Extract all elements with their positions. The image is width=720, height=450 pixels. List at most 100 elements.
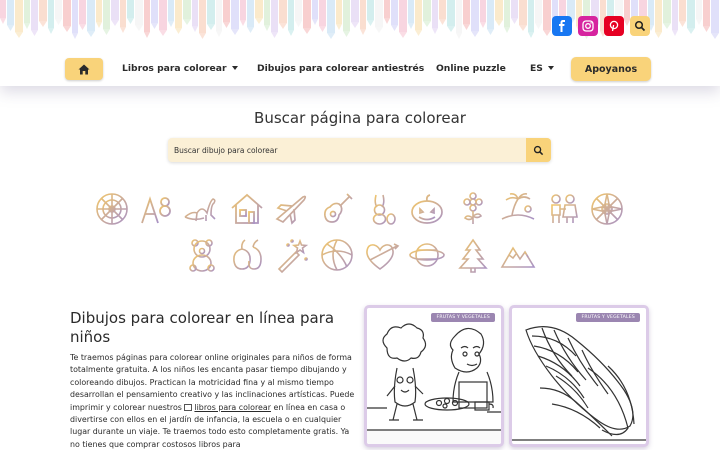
crayon-stripe	[423, 0, 431, 21]
house-icon[interactable]	[229, 191, 265, 227]
search-input[interactable]	[168, 138, 526, 162]
crayon-stripe	[72, 0, 78, 33]
search-title: Buscar página para colorear	[254, 109, 466, 127]
language-label: ES	[530, 63, 543, 74]
crayon-stripe	[127, 0, 134, 18]
crayon-tip	[480, 22, 486, 28]
coloring-page-card[interactable]: FRUTAS Y VEGETALES	[509, 305, 649, 447]
crayon-tip	[271, 32, 278, 38]
crayon-tip	[0, 18, 6, 24]
crayon-stripe	[303, 0, 311, 28]
crayon-tip	[240, 20, 246, 26]
crayon-tip	[351, 22, 359, 28]
crayon-tip	[15, 32, 23, 38]
instagram-icon[interactable]	[578, 16, 598, 36]
crayon-tip	[511, 18, 518, 24]
support-button[interactable]: Apoyanos	[571, 57, 651, 81]
crayon-stripe	[87, 0, 95, 31]
category-badge[interactable]: FRUTAS Y VEGETALES	[576, 313, 640, 322]
crayon-stripe	[39, 0, 47, 21]
hearts-icon[interactable]	[364, 237, 400, 273]
crayon-stripe	[711, 0, 719, 33]
flower-icon[interactable]	[455, 191, 491, 227]
crayon-stripe	[144, 0, 150, 32]
crayon-stripe	[495, 0, 503, 20]
crayon-tip	[31, 30, 38, 36]
crayon-tip	[343, 31, 350, 37]
crayon-stripe	[111, 0, 119, 20]
letters-icon[interactable]	[138, 191, 174, 227]
crayon-stripe	[528, 0, 534, 32]
crayon-tip	[48, 28, 54, 34]
crayon-stripe	[79, 0, 86, 24]
broccoli-boy-drawing	[367, 323, 501, 444]
island-icon[interactable]	[500, 191, 536, 227]
guitar-icon[interactable]	[319, 191, 355, 227]
teddy-bear-icon[interactable]	[184, 237, 220, 273]
crayon-tip	[447, 26, 455, 32]
airplane-icon[interactable]	[273, 191, 309, 227]
crayon-stripe	[120, 0, 126, 27]
pinterest-icon[interactable]	[604, 16, 624, 36]
crayon-stripe	[432, 0, 438, 28]
crayon-stripe	[15, 0, 23, 32]
crayon-stripe	[264, 0, 270, 25]
crayon-stripe	[216, 0, 222, 31]
crayon-stripe	[55, 0, 62, 19]
crayon-tip	[679, 21, 686, 27]
crayon-stripe	[295, 0, 302, 21]
ball-icon[interactable]	[319, 237, 355, 273]
magic-wand-icon[interactable]	[274, 237, 310, 274]
crayon-stripe	[408, 0, 414, 23]
crayon-stripe	[207, 0, 215, 24]
crayon-tip	[336, 24, 342, 30]
mandala-icon[interactable]	[94, 191, 130, 227]
coloring-page-card[interactable]: FRUTAS Y VEGETALES	[364, 305, 504, 447]
crayon-tip	[423, 21, 431, 27]
crayon-tip	[504, 27, 510, 33]
christmas-tree-icon[interactable]	[455, 237, 491, 273]
search-button[interactable]	[526, 138, 551, 162]
crayon-stripe	[175, 0, 182, 28]
crayon-stripe	[487, 0, 494, 29]
social-links	[552, 16, 650, 36]
nav-antistress[interactable]: Dibujos para colorear antiestrés	[257, 63, 424, 74]
pumpkin-icon[interactable]	[409, 191, 445, 227]
crayon-stripe	[183, 0, 191, 19]
facebook-icon[interactable]	[552, 16, 572, 36]
site-header: Libros para colorear Dibujos para colore…	[0, 0, 720, 86]
dinosaur-icon[interactable]	[182, 191, 218, 227]
mandala-circle-icon[interactable]	[589, 191, 625, 227]
crayon-tip	[55, 19, 62, 25]
easter-bunny-icon[interactable]	[363, 191, 399, 227]
planet-icon[interactable]	[409, 237, 445, 273]
mountains-icon[interactable]	[500, 237, 536, 273]
header-search-icon[interactable]	[630, 16, 650, 36]
fruits-vegetables-icon[interactable]	[229, 237, 265, 273]
crayon-stripe	[288, 0, 294, 30]
crayon-stripe	[319, 0, 326, 26]
crayon-tip	[703, 26, 710, 32]
crayon-stripe	[103, 0, 110, 29]
crayon-tip	[151, 23, 158, 29]
crayon-tip	[96, 22, 102, 28]
crayon-tip	[199, 33, 206, 39]
crayon-stripe	[240, 0, 246, 20]
nav-books-dropdown[interactable]: Libros para colorear	[122, 63, 238, 74]
crayon-stripe	[687, 0, 695, 28]
coloring-books-link[interactable]: libros para colorear	[194, 403, 271, 412]
category-badge[interactable]: FRUTAS Y VEGETALES	[431, 313, 495, 322]
crayon-tip	[39, 21, 47, 27]
crayon-stripe	[703, 0, 710, 26]
search-bar	[168, 138, 551, 162]
crayon-stripe	[360, 0, 366, 29]
couple-icon[interactable]	[545, 191, 581, 227]
crayon-stripe	[367, 0, 374, 20]
home-button[interactable]	[65, 58, 103, 80]
language-dropdown[interactable]: ES	[530, 63, 554, 74]
crayon-stripe	[7, 0, 14, 25]
crayon-tip	[384, 18, 390, 24]
nav-puzzle[interactable]: Online puzzle	[436, 63, 506, 74]
crayon-stripe	[48, 0, 54, 28]
crayon-tip	[135, 25, 143, 31]
